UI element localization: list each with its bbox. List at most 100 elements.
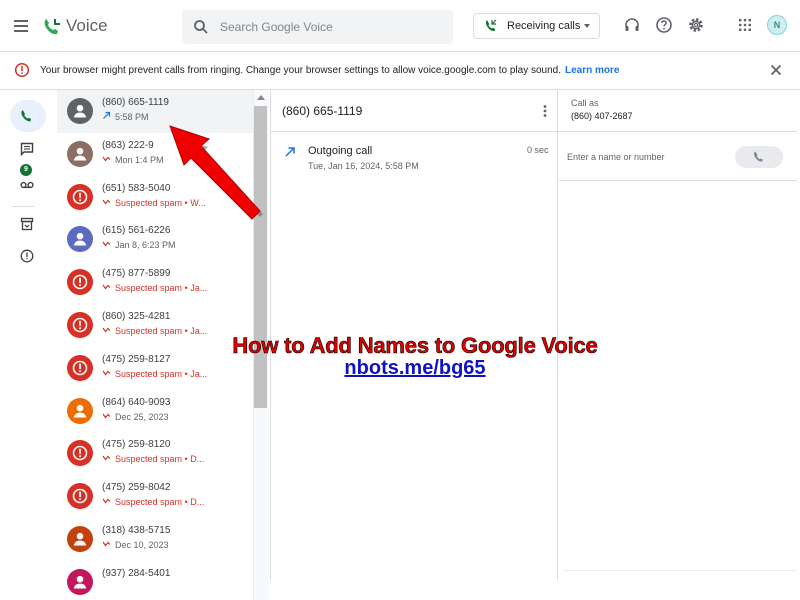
close-icon[interactable] (768, 62, 784, 78)
call-type: Outgoing call (308, 145, 373, 157)
more-options-icon[interactable] (537, 103, 553, 119)
call-list-number: (475) 259-8042 (102, 482, 171, 494)
call-list-number: (475) 259-8127 (102, 353, 171, 365)
phone-icon (754, 151, 763, 162)
contact-avatar-icon (67, 98, 93, 124)
nav-messages[interactable] (10, 133, 46, 165)
voice-logo-icon[interactable] (41, 16, 63, 38)
call-list-item[interactable]: (475) 259-8127 Suspected spam • Ja... (57, 347, 253, 390)
missed-call-icon (102, 368, 111, 379)
call-list-number: (860) 325-4281 (102, 311, 171, 322)
call-list-number: (475) 259-8120 (102, 439, 171, 451)
main-menu-icon[interactable] (13, 16, 31, 36)
spam-avatar-icon (67, 440, 93, 467)
call-list-item[interactable]: (475) 259-8120 Suspected spam • D... (57, 432, 253, 475)
receiving-calls-button[interactable]: Receiving calls (473, 13, 600, 39)
call-list-detail-text: Jan 8, 6:23 PM (115, 240, 176, 251)
call-list-detail: Suspected spam • D... (102, 496, 204, 507)
call-list-detail-text: Suspected spam • Ja... (115, 368, 208, 379)
phone-incoming-icon (484, 19, 498, 33)
call-list-detail: Jan 8, 6:23 PM (102, 239, 176, 250)
detail-phone-number: (860) 665-1119 (282, 104, 363, 118)
call-list-detail: Dec 10, 2023 (102, 539, 169, 550)
contact-avatar-icon (67, 526, 93, 552)
help-icon[interactable] (655, 16, 673, 34)
call-list-item[interactable]: (937) 284-5401 (57, 561, 253, 600)
call-list-detail: Suspected spam • Ja... (102, 325, 207, 336)
call-as-label: Call as (571, 98, 599, 108)
chevron-down-icon (584, 24, 590, 28)
app-title[interactable]: Voice (66, 16, 108, 36)
make-call-panel: Call as (860) 407-2687 (559, 90, 800, 580)
call-list-detail: Suspected spam • Ja... (102, 368, 207, 379)
settings-gear-icon[interactable] (687, 16, 705, 34)
spam-avatar-icon (67, 269, 93, 296)
nav-archive[interactable] (10, 208, 46, 240)
voicemail-icon (20, 181, 34, 189)
voicemail-count-badge: 9 (20, 164, 32, 176)
missed-call-icon (102, 197, 111, 208)
call-list-item[interactable]: (864) 640-9093 Dec 25, 2023 (57, 390, 253, 433)
call-list-detail: Dec 25, 2023 (102, 411, 169, 422)
divider (563, 570, 797, 571)
banner-message: Your browser might prevent calls from ri… (40, 65, 619, 76)
spam-avatar-icon (67, 312, 93, 338)
call-as-number[interactable]: (860) 407-2687 (571, 111, 633, 121)
call-list-item[interactable]: (615) 561-6226 Jan 8, 6:23 PM (57, 218, 253, 261)
call-list-detail: 5:58 PM (102, 111, 149, 122)
call-list-detail-text: Suspected spam • D... (115, 497, 205, 508)
scroll-up-arrow-icon[interactable] (257, 95, 265, 100)
phone-icon (21, 110, 31, 122)
spam-avatar-icon (67, 354, 93, 381)
warning-icon (14, 62, 30, 78)
outgoing-call-arrow-icon (283, 145, 297, 159)
banner-text: Your browser might prevent calls from ri… (40, 65, 562, 76)
call-list-number: (318) 438-5715 (102, 525, 171, 536)
search-input[interactable] (220, 10, 445, 44)
call-date: Tue, Jan 16, 2024, 5:58 PM (308, 161, 419, 171)
call-list-detail-text: Suspected spam • Ja... (115, 283, 208, 294)
call-button[interactable] (735, 146, 783, 168)
call-list-detail: Suspected spam • D... (102, 453, 204, 464)
headset-icon[interactable] (623, 16, 641, 34)
contact-avatar-icon (67, 397, 93, 424)
learn-more-link[interactable]: Learn more (565, 65, 619, 76)
call-list-item[interactable]: (318) 438-5715 Dec 10, 2023 (57, 518, 253, 561)
divider (559, 131, 797, 132)
missed-call-icon (102, 453, 111, 464)
spam-avatar-icon (67, 483, 93, 510)
missed-call-icon (102, 539, 111, 550)
missed-call-icon (102, 411, 111, 422)
outgoing-call-icon (102, 111, 111, 122)
missed-call-icon (102, 154, 111, 165)
missed-call-icon (102, 239, 111, 250)
search-bar[interactable] (182, 10, 453, 44)
missed-call-icon (102, 496, 111, 507)
call-list-detail-text: Suspected spam • Ja... (115, 326, 208, 336)
call-list-number: (615) 561-6226 (102, 225, 171, 237)
call-detail-pane: (860) 665-1119 Outgoing call Tue, Jan 16… (270, 90, 559, 580)
account-avatar[interactable]: N (767, 15, 787, 35)
name-or-number-input[interactable] (567, 146, 727, 168)
call-list-item[interactable]: (475) 259-8042 Suspected spam • D... (57, 475, 253, 518)
call-list-number: (937) 284-5401 (102, 567, 171, 579)
contact-avatar-icon (67, 140, 93, 167)
nav-rail: 9 (0, 90, 56, 600)
divider (559, 180, 797, 181)
call-duration: 0 sec (527, 145, 549, 155)
archive-icon (20, 217, 34, 231)
call-list-detail-text: Dec 25, 2023 (115, 411, 169, 422)
apps-grid-icon[interactable] (736, 16, 754, 34)
call-list-item[interactable]: (475) 877-5899 Suspected spam • Ja... (57, 261, 253, 304)
top-bar: Voice Receiving calls N (0, 0, 800, 52)
missed-call-icon (102, 325, 111, 336)
call-list-item[interactable]: (860) 325-4281 Suspected spam • Ja... (57, 304, 253, 347)
call-list-number: (475) 877-5899 (102, 268, 171, 280)
nav-calls[interactable] (10, 100, 46, 132)
call-list-detail-text: 5:58 PM (115, 112, 149, 122)
contact-avatar-icon (67, 226, 93, 253)
sound-warning-banner: Your browser might prevent calls from ri… (0, 52, 800, 90)
call-list-detail: Suspected spam • Ja... (102, 282, 207, 293)
nav-spam[interactable] (10, 240, 46, 272)
call-list-detail-text: Suspected spam • D... (115, 454, 205, 465)
